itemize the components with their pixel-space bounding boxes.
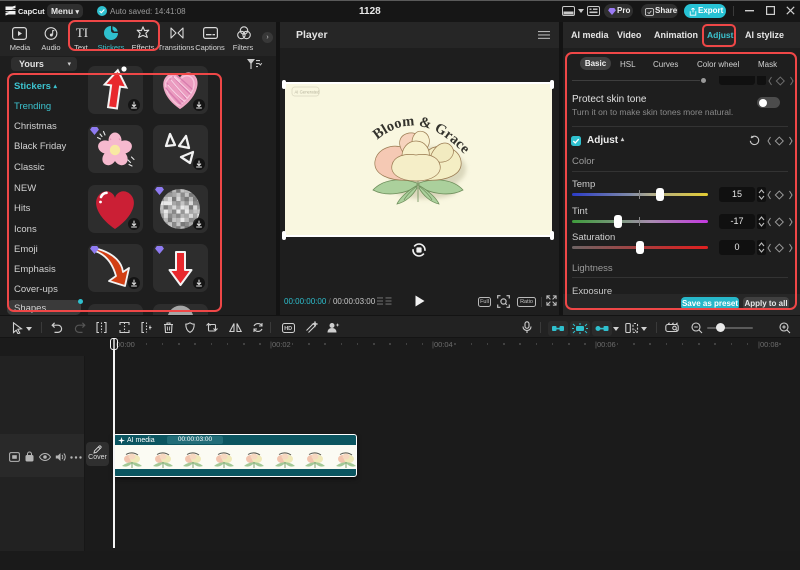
svg-text:HD: HD [284, 326, 292, 332]
svg-text:AI Generated: AI Generated [295, 90, 321, 95]
